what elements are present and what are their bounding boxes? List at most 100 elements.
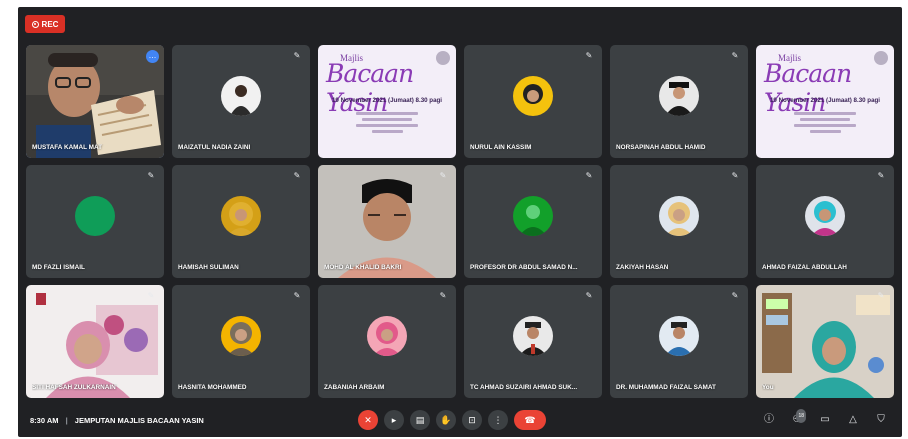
participant-tile[interactable]: ✎ ZABANIAH ARBAIM bbox=[318, 285, 456, 398]
captions-icon: ▤ bbox=[415, 414, 425, 425]
more-options-button[interactable]: ⋮ bbox=[488, 410, 508, 430]
mic-off-icon: ✕ bbox=[364, 414, 372, 425]
info-icon: ⓘ bbox=[764, 414, 774, 425]
hand-icon: ✋ bbox=[440, 414, 452, 425]
meeting-separator: | bbox=[65, 416, 68, 425]
avatar bbox=[221, 75, 261, 116]
participant-name: NORSAPINAH ABDUL HAMID bbox=[616, 144, 706, 151]
record-icon bbox=[31, 20, 39, 28]
participant-tile[interactable]: ✎ MAIZATUL NADIA ZAINI bbox=[172, 45, 310, 158]
mic-muted-icon: ✎ bbox=[293, 171, 301, 180]
avatar bbox=[659, 195, 699, 236]
participant-tile[interactable]: ✎ TC AHMAD SUZAIRI AHMAD SUK... bbox=[464, 285, 602, 398]
avatar bbox=[75, 195, 115, 236]
avatar bbox=[367, 315, 407, 356]
mic-muted-icon: ✎ bbox=[731, 291, 739, 300]
meet-window: REC … MUSTAFA KAMAL MAT ✎ MAIZATUL NADIA… bbox=[18, 7, 902, 437]
people-button[interactable]: ⚇ 18 bbox=[790, 409, 806, 427]
meeting-details-button[interactable]: ⓘ bbox=[762, 413, 776, 427]
activities-button[interactable]: △ bbox=[846, 413, 860, 427]
participant-name: PROFESOR DR ABDUL SAMAD N... bbox=[470, 264, 578, 271]
captions-button[interactable]: ▤ bbox=[410, 410, 430, 430]
participant-name: SITI HAFSAH ZULKARNAIN bbox=[32, 384, 116, 391]
poster-date: 19 November 2021 (Jumaat) 8.30 pagi bbox=[331, 97, 443, 104]
camera-off-icon: ▸ bbox=[391, 414, 397, 425]
mic-muted-icon: ✎ bbox=[877, 171, 885, 180]
present-button[interactable]: ⊡ bbox=[462, 410, 482, 430]
participant-video bbox=[318, 165, 456, 278]
participant-name: MOHD AL KHALID BAKRI bbox=[324, 264, 402, 271]
participant-tile[interactable]: ✎ NURUL AIN KASSIM bbox=[464, 45, 602, 158]
activities-icon: △ bbox=[849, 414, 857, 425]
participant-video bbox=[756, 285, 894, 398]
participant-video bbox=[26, 285, 164, 398]
participant-name: ZAKIYAH HASAN bbox=[616, 264, 669, 271]
mic-muted-icon: ✎ bbox=[293, 291, 301, 300]
mic-muted-icon: ✎ bbox=[147, 171, 155, 180]
mic-muted-icon: ✎ bbox=[731, 171, 739, 180]
hangup-icon: ☎ bbox=[524, 414, 536, 425]
participant-tile[interactable]: … MUSTAFA KAMAL MAT bbox=[26, 45, 164, 158]
meeting-time: 8:30 AM bbox=[30, 416, 59, 425]
meeting-info: 8:30 AM | JEMPUTAN MAJLIS BACAAN YASIN bbox=[30, 416, 204, 425]
poster-date: 19 November 2021 (Jumaat) 8.30 pagi bbox=[769, 97, 881, 104]
participant-tile[interactable]: ✎ MOHD AL KHALID BAKRI bbox=[318, 165, 456, 278]
mic-muted-icon: ✎ bbox=[293, 51, 301, 60]
participant-name: MUSTAFA KAMAL MAT bbox=[32, 144, 103, 151]
mic-muted-icon: ✎ bbox=[877, 291, 885, 300]
participant-name: DR. MUHAMMAD FAIZAL SAMAT bbox=[616, 384, 716, 391]
participant-name: AHMAD FAIZAL ABDULLAH bbox=[762, 264, 847, 271]
poster-details bbox=[356, 109, 418, 136]
participant-name: MD FAZLI ISMAIL bbox=[32, 264, 85, 271]
avatar bbox=[513, 315, 553, 356]
poster-details bbox=[794, 109, 856, 136]
avatar bbox=[221, 315, 261, 356]
more-icon: ⋮ bbox=[493, 414, 503, 425]
participant-name: MAIZATUL NADIA ZAINI bbox=[178, 144, 251, 151]
recording-label: REC bbox=[41, 19, 59, 29]
participant-name: HAMISAH SULIMAN bbox=[178, 264, 239, 271]
leave-call-button[interactable]: ☎ bbox=[514, 410, 546, 430]
participant-tile[interactable]: ✎ DR. MUHAMMAD FAIZAL SAMAT bbox=[610, 285, 748, 398]
participant-name: HASNITA MOHAMMED bbox=[178, 384, 247, 391]
host-controls-button[interactable]: ⛉ bbox=[874, 413, 888, 427]
bottom-toolbar: 8:30 AM | JEMPUTAN MAJLIS BACAAN YASIN ✕… bbox=[18, 405, 902, 437]
participant-video bbox=[26, 45, 164, 158]
participant-tile[interactable]: ✎ ZAKIYAH HASAN bbox=[610, 165, 748, 278]
mic-muted-icon: ✎ bbox=[147, 291, 155, 300]
avatar bbox=[659, 75, 699, 116]
participant-tile[interactable]: Majlis Bacaan Yasin 19 November 2021 (Ju… bbox=[756, 45, 894, 158]
participant-name: TC AHMAD SUZAIRI AHMAD SUK... bbox=[470, 384, 578, 391]
participant-tile[interactable]: ✎ PROFESOR DR ABDUL SAMAD N... bbox=[464, 165, 602, 278]
more-options-icon[interactable]: … bbox=[146, 50, 159, 63]
meeting-title: JEMPUTAN MAJLIS BACAAN YASIN bbox=[74, 416, 204, 425]
people-count-badge: 18 bbox=[796, 409, 806, 423]
participant-tile[interactable]: ✎ You bbox=[756, 285, 894, 398]
shield-icon: ⛉ bbox=[877, 414, 885, 425]
mic-muted-icon: ✎ bbox=[731, 51, 739, 60]
recording-badge: REC bbox=[25, 15, 65, 33]
raise-hand-button[interactable]: ✋ bbox=[436, 410, 456, 430]
mic-toggle-button[interactable]: ✕ bbox=[358, 410, 378, 430]
chat-icon: ▭ bbox=[820, 414, 830, 425]
present-icon: ⊡ bbox=[468, 414, 476, 425]
camera-icon: ✎ bbox=[439, 171, 447, 180]
camera-toggle-button[interactable]: ▸ bbox=[384, 410, 404, 430]
participant-tile[interactable]: ✎ NORSAPINAH ABDUL HAMID bbox=[610, 45, 748, 158]
avatar bbox=[513, 195, 553, 236]
participant-name: ZABANIAH ARBAIM bbox=[324, 384, 385, 391]
avatar bbox=[805, 195, 845, 236]
participant-tile[interactable]: Majlis Bacaan Yasin 19 November 2021 (Ju… bbox=[318, 45, 456, 158]
avatar bbox=[659, 315, 699, 356]
participant-tile[interactable]: ✎ AHMAD FAIZAL ABDULLAH bbox=[756, 165, 894, 278]
participant-tile[interactable]: ✎ HAMISAH SULIMAN bbox=[172, 165, 310, 278]
participant-tile[interactable]: ✎ HASNITA MOHAMMED bbox=[172, 285, 310, 398]
chat-button[interactable]: ▭ bbox=[818, 413, 832, 427]
mic-muted-icon: ✎ bbox=[585, 171, 593, 180]
avatar bbox=[221, 195, 261, 236]
participant-tile[interactable]: ✎ MD FAZLI ISMAIL bbox=[26, 165, 164, 278]
mic-muted-icon: ✎ bbox=[585, 51, 593, 60]
mic-muted-icon: ✎ bbox=[439, 291, 447, 300]
avatar bbox=[513, 75, 553, 116]
participant-tile[interactable]: ✎ SITI HAFSAH ZULKARNAIN bbox=[26, 285, 164, 398]
